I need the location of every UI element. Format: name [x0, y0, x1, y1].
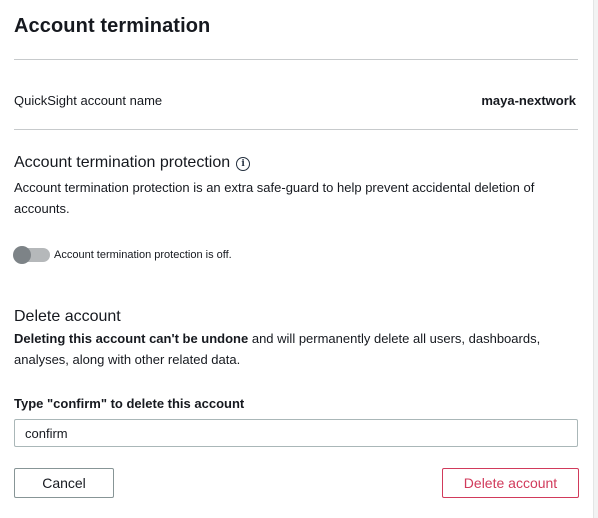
divider — [14, 59, 578, 60]
delete-warning: Deleting this account can't be undone an… — [14, 328, 554, 370]
account-name-value: maya-nextwork — [481, 93, 576, 108]
protection-heading: Account termination protection i — [14, 154, 251, 172]
protection-description: Account termination protection is an ext… — [14, 180, 535, 216]
page-title: Account termination — [14, 15, 211, 37]
cancel-button[interactable]: Cancel — [14, 468, 114, 498]
confirm-input[interactable] — [14, 419, 578, 447]
delete-account-button[interactable]: Delete account — [442, 468, 579, 498]
toggle-status-text: Account termination protection is off. — [54, 249, 232, 261]
protection-heading-text: Account termination protection — [14, 154, 231, 171]
info-icon[interactable]: i — [236, 157, 251, 171]
account-name-label: QuickSight account name — [14, 93, 163, 108]
delete-heading: Delete account — [14, 308, 121, 325]
delete-warning-bold: Deleting this account can't be undone — [14, 331, 249, 346]
termination-protection-toggle[interactable] — [13, 246, 50, 264]
account-termination-panel: Account termination QuickSight account n… — [0, 0, 594, 518]
divider — [14, 129, 578, 130]
confirm-field-label: Type "confirm" to delete this account — [14, 396, 245, 411]
toggle-knob — [13, 246, 31, 264]
